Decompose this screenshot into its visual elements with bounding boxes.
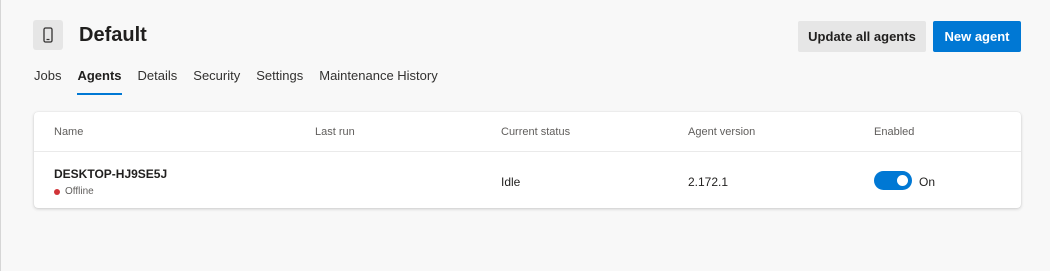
- page-title: Default: [79, 24, 147, 46]
- table-header: Name Last run Current status Agent versi…: [34, 112, 1021, 152]
- tab-agents[interactable]: Agents: [77, 68, 122, 96]
- connection-status-label: Offline: [65, 186, 94, 197]
- offline-status-icon: [54, 188, 60, 195]
- enabled-toggle[interactable]: [874, 171, 912, 190]
- column-header-current-status[interactable]: Current status: [501, 126, 570, 138]
- tab-bar: Jobs Agents Details Security Settings Ma…: [34, 68, 454, 98]
- status-badge: Offline: [54, 186, 94, 197]
- new-agent-button[interactable]: New agent: [933, 21, 1021, 52]
- phone-icon: [33, 20, 63, 50]
- agent-pool-page: Default Update all agents New agent Jobs…: [0, 0, 1050, 271]
- enabled-toggle-label: On: [919, 175, 936, 189]
- column-header-agent-version[interactable]: Agent version: [688, 126, 755, 138]
- tab-jobs[interactable]: Jobs: [34, 68, 61, 96]
- update-all-agents-button[interactable]: Update all agents: [798, 21, 926, 52]
- agent-version-cell: 2.172.1: [688, 175, 729, 189]
- table-row[interactable]: DESKTOP-HJ9SE5J Offline Idle 2.172.1 On: [34, 153, 1021, 208]
- agent-name[interactable]: DESKTOP-HJ9SE5J: [54, 167, 167, 181]
- column-header-last-run[interactable]: Last run: [315, 126, 355, 138]
- tab-maintenance-history[interactable]: Maintenance History: [319, 68, 438, 96]
- tab-settings[interactable]: Settings: [256, 68, 303, 96]
- column-header-enabled[interactable]: Enabled: [874, 126, 914, 138]
- toggle-knob: [897, 175, 908, 186]
- tab-security[interactable]: Security: [193, 68, 240, 96]
- agents-table: Name Last run Current status Agent versi…: [34, 112, 1021, 208]
- tab-details[interactable]: Details: [138, 68, 178, 96]
- current-status-cell: Idle: [501, 175, 521, 189]
- column-header-name[interactable]: Name: [54, 126, 83, 138]
